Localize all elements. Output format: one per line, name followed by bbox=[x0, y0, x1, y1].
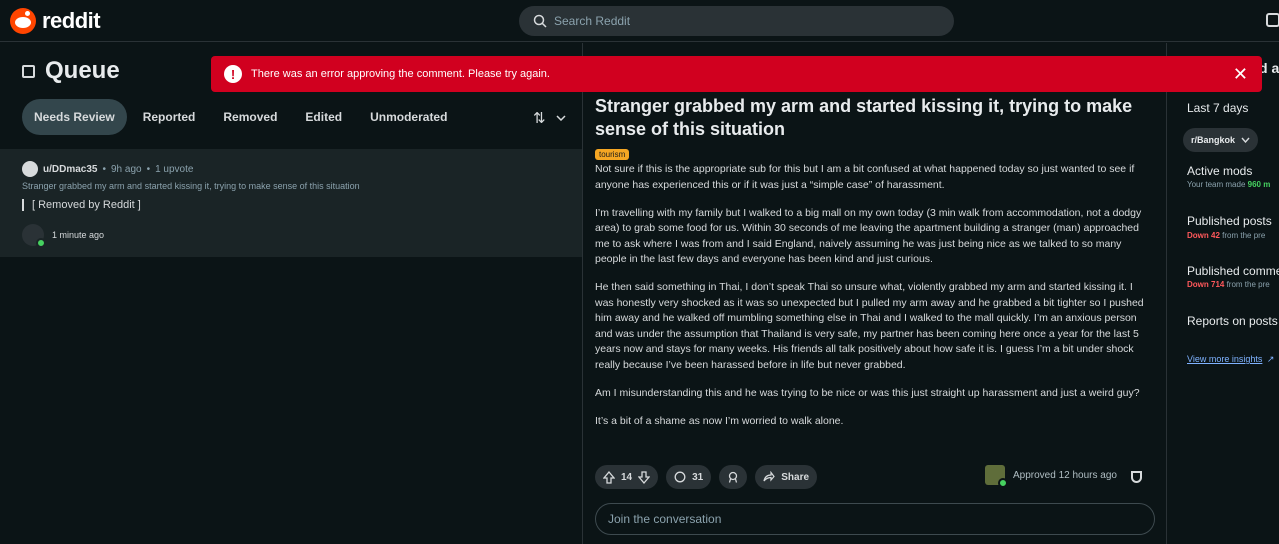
tab-removed[interactable]: Removed bbox=[211, 99, 289, 135]
approver-avatar bbox=[985, 465, 1008, 488]
subreddit-selector[interactable]: r/Bangkok bbox=[1183, 128, 1259, 152]
post-title[interactable]: Stranger grabbed my arm and started kiss… bbox=[595, 95, 1155, 141]
vote-score: 14 bbox=[621, 471, 633, 483]
error-toast: ! There was an error approving the comme… bbox=[211, 56, 1262, 92]
comment-input[interactable] bbox=[608, 512, 1128, 526]
reports-title: Reports on posts bbox=[1187, 314, 1278, 328]
post-paragraph: I’m travelling with my family but I walk… bbox=[595, 206, 1142, 266]
active-mods-text: Your team made 960 m bbox=[1187, 180, 1271, 189]
post-body: Not sure if this is the appropriate sub … bbox=[595, 162, 1151, 442]
published-comments-title: Published comme bbox=[1187, 264, 1279, 278]
error-icon: ! bbox=[224, 65, 242, 83]
post-paragraph: Not sure if this is the appropriate sub … bbox=[595, 163, 1135, 191]
sort-control[interactable]: ⇅ bbox=[533, 109, 566, 127]
search-input[interactable] bbox=[554, 14, 934, 28]
post-actions: 14 31 Share bbox=[595, 465, 818, 489]
award-button[interactable] bbox=[719, 465, 748, 489]
post-paragraph: Am I misunderstanding this and he was tr… bbox=[595, 386, 1140, 399]
post-paragraph: It’s a bit of a shame as now I’m worried… bbox=[595, 414, 844, 427]
tab-edited[interactable]: Edited bbox=[293, 99, 354, 135]
approval-status: Approved 12 hours ago bbox=[985, 465, 1117, 488]
queue-item-username[interactable]: u/DDmac35 bbox=[43, 164, 97, 175]
reddit-wordmark: reddit bbox=[42, 8, 101, 33]
queue-pane: Queue Needs Review Reported Removed Edit… bbox=[0, 43, 582, 544]
insights-range: Last 7 days bbox=[1187, 101, 1249, 115]
avatar[interactable] bbox=[22, 161, 38, 177]
reddit-logo[interactable]: reddit bbox=[10, 8, 101, 34]
shield-icon[interactable] bbox=[1131, 471, 1142, 483]
queue-item-post-title[interactable]: Stranger grabbed my arm and started kiss… bbox=[22, 181, 360, 191]
published-comments-text: Down 714 from the pre bbox=[1187, 280, 1270, 289]
queue-item[interactable]: u/DDmac35 • 9h ago • 1 upvote Stranger g… bbox=[0, 149, 582, 257]
comment-icon bbox=[674, 471, 686, 483]
award-icon bbox=[729, 471, 738, 483]
search-bar[interactable] bbox=[519, 6, 954, 36]
subreddit-name: r/Bangkok bbox=[1191, 135, 1236, 145]
insights-pane: d a Last 7 days r/Bangkok Active mods Yo… bbox=[1167, 43, 1279, 544]
upvote-icon[interactable] bbox=[603, 470, 615, 484]
approved-text: Approved 12 hours ago bbox=[1013, 469, 1117, 481]
published-posts-text: Down 42 from the pre bbox=[1187, 231, 1266, 240]
comment-count: 31 bbox=[692, 471, 704, 483]
online-status-dot bbox=[36, 238, 46, 248]
chevron-down-icon bbox=[1241, 137, 1250, 143]
active-mods-title: Active mods bbox=[1187, 164, 1253, 178]
search-icon bbox=[533, 14, 547, 28]
mod-avatar bbox=[22, 224, 46, 248]
queue-item-status: [ Removed by Reddit ] bbox=[22, 199, 141, 211]
vote-control: 14 bbox=[595, 465, 659, 489]
post-flair: tourism bbox=[595, 149, 630, 160]
tab-unmoderated[interactable]: Unmoderated bbox=[358, 99, 459, 135]
chat-icon[interactable] bbox=[1266, 13, 1279, 27]
reddit-snoo-icon bbox=[10, 8, 36, 34]
share-label: Share bbox=[781, 471, 810, 483]
sort-icon: ⇅ bbox=[533, 110, 546, 127]
collapse-sidebar-icon[interactable] bbox=[22, 64, 35, 78]
comment-composer[interactable] bbox=[595, 503, 1155, 535]
tab-reported[interactable]: Reported bbox=[131, 99, 208, 135]
toast-message: There was an error approving the comment… bbox=[251, 68, 550, 80]
page-title: Queue bbox=[45, 57, 120, 84]
queue-item-age: 9h ago bbox=[110, 163, 142, 175]
external-link-icon: ↗ bbox=[1266, 354, 1275, 364]
close-icon[interactable]: ✕ bbox=[1233, 65, 1248, 83]
top-bar: reddit bbox=[0, 0, 1279, 42]
share-button[interactable]: Share bbox=[755, 465, 818, 489]
comments-button[interactable]: 31 bbox=[666, 465, 712, 489]
published-posts-title: Published posts bbox=[1187, 214, 1272, 228]
downvote-icon[interactable] bbox=[638, 470, 651, 484]
tab-needs-review[interactable]: Needs Review bbox=[22, 99, 127, 135]
post-detail-pane: Stranger grabbed my arm and started kiss… bbox=[583, 43, 1166, 544]
insights-title: d a bbox=[1259, 60, 1279, 76]
post-paragraph: He then said something in Thai, I don’t … bbox=[595, 281, 1144, 371]
online-status-dot bbox=[998, 478, 1008, 488]
queue-tabs: Needs Review Reported Removed Edited Unm… bbox=[22, 99, 459, 135]
view-insights-link[interactable]: View more insights ↗ bbox=[1187, 349, 1274, 367]
queue-item-mod-time: 1 minute ago bbox=[52, 230, 105, 240]
share-icon bbox=[763, 471, 776, 482]
queue-item-votes: 1 upvote bbox=[155, 163, 194, 175]
chevron-down-icon bbox=[556, 115, 566, 121]
